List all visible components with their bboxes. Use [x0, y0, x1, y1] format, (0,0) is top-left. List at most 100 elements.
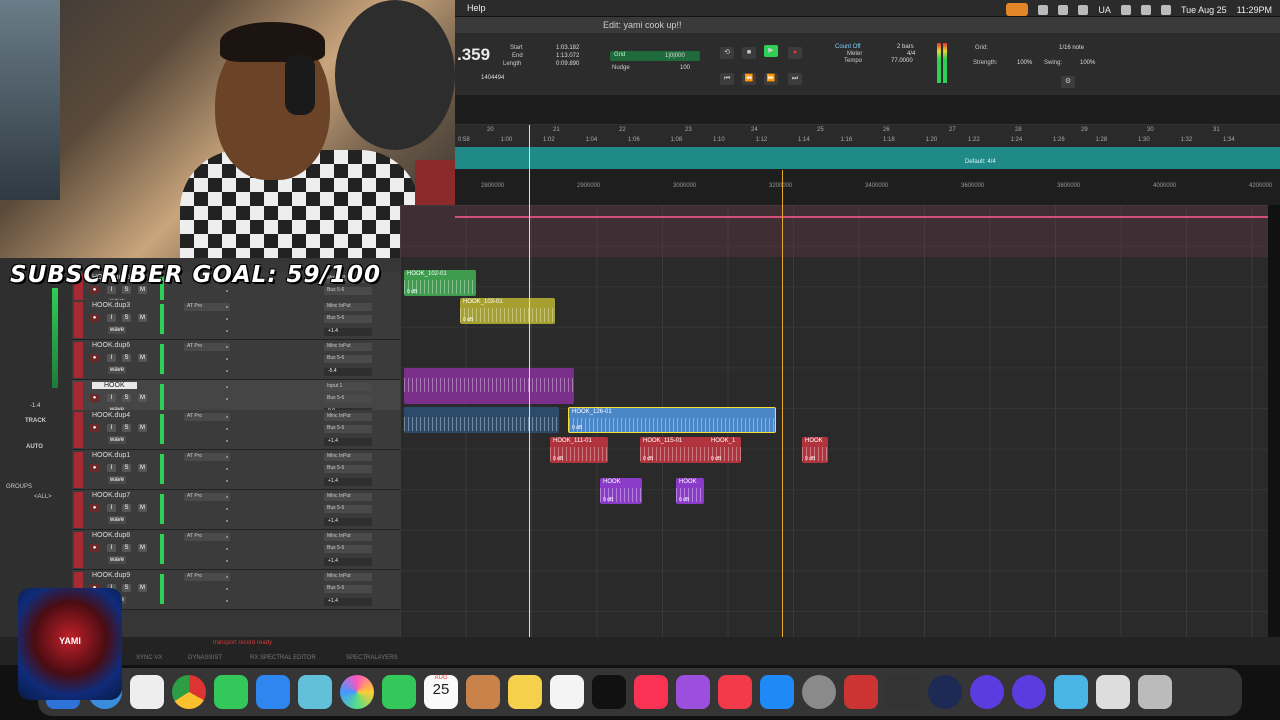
- app-store-icon[interactable]: [760, 675, 794, 709]
- track-name[interactable]: HOOK.dup3: [92, 302, 130, 309]
- input-monitor-button[interactable]: I: [107, 424, 116, 432]
- solo-button[interactable]: S: [122, 354, 131, 362]
- output-selector[interactable]: Bus 5-6: [324, 315, 372, 323]
- automation-line[interactable]: [455, 216, 1268, 218]
- avid-link-icon[interactable]: [970, 675, 1004, 709]
- audio-clip[interactable]: HOOK_111-01 0 dB: [550, 437, 608, 463]
- session-overview[interactable]: [455, 95, 1280, 125]
- facetime-icon[interactable]: [382, 675, 416, 709]
- output-selector[interactable]: Bus 5-6: [324, 585, 372, 593]
- minsec-ruler[interactable]: 0:58 1:00 1:02 1:04 1:06 1:08 1:10 1:12 1:14 1:16…: [455, 125, 1280, 147]
- insert-slot[interactable]: AT Pro: [184, 343, 230, 351]
- solo-button[interactable]: S: [122, 314, 131, 322]
- nudge-number[interactable]: 100: [680, 65, 690, 71]
- grid-value[interactable]: 1/16 note: [1059, 45, 1084, 51]
- insert-slot[interactable]: AT Pro: [184, 493, 230, 501]
- swing-value[interactable]: 100%: [1080, 60, 1095, 66]
- volume-value[interactable]: +1.4: [324, 438, 372, 446]
- main-counter[interactable]: .359: [457, 45, 490, 65]
- input-monitor-button[interactable]: I: [107, 314, 116, 322]
- plugin-rx-spectral[interactable]: RX SPECTRAL EDITOR: [250, 655, 316, 661]
- chrome-icon[interactable]: [172, 675, 206, 709]
- news-icon[interactable]: [718, 675, 752, 709]
- output-selector[interactable]: Bus 5-6: [324, 465, 372, 473]
- mute-button[interactable]: M: [138, 314, 147, 322]
- solo-button[interactable]: S: [122, 424, 131, 432]
- solo-button[interactable]: S: [122, 464, 131, 472]
- input-selector[interactable]: Minc InPut: [324, 453, 372, 461]
- reminders-icon[interactable]: [130, 675, 164, 709]
- output-selector[interactable]: Bus 5-6: [324, 395, 372, 403]
- output-selector[interactable]: Bus 5-6: [324, 355, 372, 363]
- insert-slot[interactable]: AT Pro: [184, 413, 230, 421]
- count-off-bars[interactable]: 2 bars: [897, 44, 914, 50]
- record-arm-button[interactable]: ●: [90, 314, 99, 322]
- freeform-icon[interactable]: [550, 675, 584, 709]
- output-selector[interactable]: Bus 5-6: [324, 545, 372, 553]
- audio-clip[interactable]: HOOK_103-01 0 dB: [460, 298, 555, 324]
- record-arm-button[interactable]: ●: [90, 354, 99, 362]
- loop-icon[interactable]: ⟲: [720, 47, 734, 59]
- view-selector[interactable]: wave: [108, 366, 126, 374]
- view-selector[interactable]: wave: [108, 326, 126, 334]
- menubar-time[interactable]: 11:29PM: [1237, 5, 1272, 15]
- view-selector[interactable]: wave: [108, 476, 126, 484]
- track-name[interactable]: HOOK.dup8: [92, 532, 130, 539]
- volume-value[interactable]: +1.4: [324, 558, 372, 566]
- audio-clip[interactable]: HOOK_126-01 0 dB: [568, 407, 776, 433]
- track-header[interactable]: HOOK.dup1 ● I S Mwave AT Pro Minc InPut Bus 5-6…: [72, 450, 400, 490]
- avid-icon[interactable]: [1012, 675, 1046, 709]
- mute-button[interactable]: M: [138, 394, 147, 402]
- audio-clip[interactable]: HOOK 0 dB: [802, 437, 828, 463]
- track-header[interactable]: HOOK.dup4 ● I S Mwave AT Pro Minc InPut Bus 5-6…: [72, 410, 400, 450]
- record-arm-button[interactable]: ●: [90, 394, 99, 402]
- volume-value[interactable]: -5.4: [324, 368, 372, 376]
- input-selector[interactable]: Minc InPut: [324, 573, 372, 581]
- plugin-dynassist[interactable]: DYNASSIST: [188, 655, 222, 661]
- meter-marker[interactable]: Default: 4/4: [965, 159, 996, 165]
- input-monitor-button[interactable]: I: [107, 504, 116, 512]
- mute-button[interactable]: M: [138, 504, 147, 512]
- output-selector[interactable]: Bus 5-6: [324, 505, 372, 513]
- record-arm-button[interactable]: ●: [90, 544, 99, 552]
- mute-button[interactable]: M: [138, 464, 147, 472]
- mail-icon[interactable]: [256, 675, 290, 709]
- input-selector[interactable]: Minc InPut: [324, 493, 372, 501]
- count-off[interactable]: Count Off: [835, 44, 861, 50]
- input-monitor-button[interactable]: I: [107, 544, 116, 552]
- insert-slot[interactable]: AT Pro: [184, 573, 230, 581]
- view-selector[interactable]: wave: [108, 436, 126, 444]
- input-selector[interactable]: Input 1: [324, 383, 372, 391]
- grid-selector[interactable]: Grid: [610, 51, 700, 61]
- mic-indicator-icon[interactable]: [1006, 3, 1029, 16]
- track-name[interactable]: HOOK.dup4: [92, 412, 130, 419]
- track-name[interactable]: HOOK.dup7: [92, 492, 130, 499]
- output-selector[interactable]: Bus 5-6: [324, 425, 372, 433]
- nudge-value[interactable]: 1|0|000: [665, 53, 685, 59]
- play-button[interactable]: ▶: [764, 45, 778, 57]
- rewind-start-icon[interactable]: ⏮: [720, 73, 734, 85]
- audio-clip[interactable]: HOOK 0 dB: [676, 478, 704, 504]
- volume-value[interactable]: +1.4: [324, 328, 372, 336]
- audio-mixer-icon[interactable]: [886, 675, 920, 709]
- input-selector[interactable]: Minc InPut: [324, 303, 372, 311]
- trash-icon[interactable]: [1138, 675, 1172, 709]
- audio-clip[interactable]: [404, 407, 559, 433]
- mute-button[interactable]: M: [138, 424, 147, 432]
- music-file-icon[interactable]: [1096, 675, 1130, 709]
- stop-icon[interactable]: ■: [742, 47, 756, 59]
- rewind-icon[interactable]: ⏪: [742, 73, 756, 85]
- track-name[interactable]: HOOK.dup1: [92, 452, 130, 459]
- grid-icon[interactable]: [1038, 4, 1049, 15]
- mute-button[interactable]: M: [138, 584, 147, 592]
- solo-button[interactable]: S: [122, 504, 131, 512]
- wifi-icon[interactable]: [1140, 4, 1151, 15]
- input-selector[interactable]: Minc InPut: [324, 343, 372, 351]
- view-selector[interactable]: wave: [108, 556, 126, 564]
- photos-icon[interactable]: [340, 675, 374, 709]
- audio-clip[interactable]: HOOK_102-01 0 dB: [404, 270, 476, 296]
- go-to-end-icon[interactable]: ⏭: [788, 73, 802, 85]
- input-monitor-button[interactable]: I: [107, 464, 116, 472]
- length-value[interactable]: 0:09.890: [556, 61, 579, 67]
- input-selector[interactable]: Minc InPut: [324, 533, 372, 541]
